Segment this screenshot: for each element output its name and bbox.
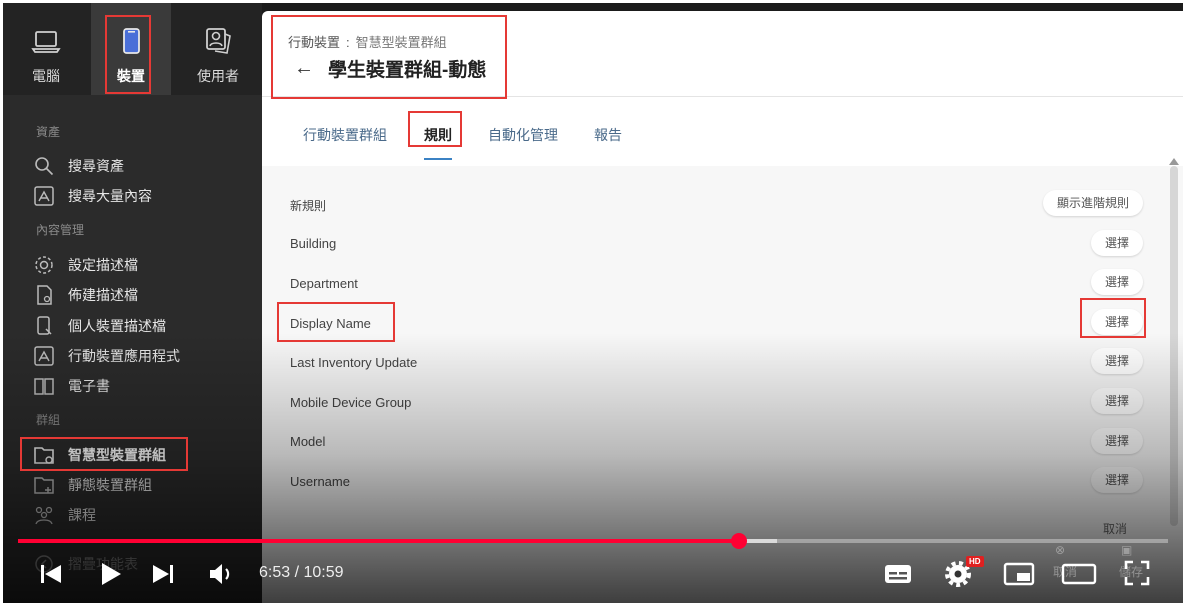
- criteria-label: Mobile Device Group: [290, 395, 412, 410]
- search-icon: [35, 157, 54, 176]
- progress-played: [18, 539, 740, 543]
- choose-button[interactable]: 選擇: [1090, 388, 1143, 414]
- book-icon: [34, 378, 54, 395]
- ghost-cancel-icon: ⊗: [1055, 543, 1066, 557]
- play-icon[interactable]: [99, 561, 123, 587]
- sidebar-item-label: 電子書: [68, 378, 110, 394]
- users-icon: [206, 28, 231, 54]
- topnav-users-label: 使用者: [197, 68, 239, 84]
- static-folder-icon: [34, 477, 54, 494]
- choose-button[interactable]: 選擇: [1090, 428, 1143, 454]
- rules-panel: 新規則 顯示進階規則 Building 選擇 Department 選擇 Dis…: [262, 158, 1183, 603]
- choose-button[interactable]: 選擇: [1090, 348, 1143, 374]
- sidebar-item-label: 個人裝置描述檔: [68, 318, 166, 334]
- sidebar-item-ebooks[interactable]: 電子書: [33, 374, 110, 398]
- criteria-label: Username: [290, 474, 350, 489]
- main-panel: 行動裝置: 智慧型裝置群組 ← 學生裝置群組-動態 行動裝置群組 規則 自動化管理…: [262, 11, 1183, 603]
- laptop-icon: [31, 31, 61, 53]
- sidebar-item-label: 搜尋資產: [68, 158, 124, 174]
- active-tab-indicator: [424, 158, 452, 160]
- criteria-label: Building: [290, 236, 337, 251]
- choose-button[interactable]: 選擇: [1090, 230, 1143, 256]
- class-icon: [35, 506, 53, 525]
- progress-scrubber[interactable]: [731, 533, 748, 549]
- tab-automation[interactable]: 自動化管理: [488, 125, 558, 145]
- sidebar-item-personal-device-profiles[interactable]: 個人裝置描述檔: [33, 314, 166, 338]
- sidebar-item-label: 靜態裝置群組: [68, 477, 152, 493]
- tab-reports[interactable]: 報告: [594, 125, 622, 145]
- volume-icon[interactable]: [208, 561, 236, 587]
- sidebar-item-label: 行動裝置應用程式: [68, 348, 180, 364]
- section-content: 內容管理: [36, 223, 85, 237]
- cancel-link[interactable]: 取消: [1103, 520, 1127, 537]
- miniplayer-icon[interactable]: [1003, 562, 1035, 586]
- topnav-computers-label: 電腦: [32, 68, 60, 84]
- hd-badge: HD: [966, 556, 984, 567]
- time-display: 6:53 / 10:59: [259, 564, 344, 581]
- sidebar-item-static-device-groups[interactable]: 靜態裝置群組: [33, 473, 152, 497]
- highlight-header: [271, 15, 507, 99]
- sidebar-item-search-volume[interactable]: 搜尋大量內容: [33, 184, 152, 208]
- previous-icon[interactable]: [39, 563, 63, 585]
- sidebar-item-config-profiles[interactable]: 設定描述檔: [33, 253, 138, 277]
- criteria-label: Model: [290, 434, 326, 449]
- choose-button[interactable]: 選擇: [1090, 269, 1143, 295]
- highlight-choose-button: [1080, 298, 1146, 338]
- sidebar-item-label: 課程: [68, 507, 96, 523]
- scroll-up-icon[interactable]: [1169, 158, 1179, 165]
- next-icon[interactable]: [151, 563, 175, 585]
- sidebar-item-label: 佈建描述檔: [68, 287, 138, 303]
- highlight-display-name: [277, 302, 395, 342]
- sidebar-item-classes[interactable]: 課程: [33, 503, 96, 527]
- section-assets: 資產: [36, 125, 61, 139]
- tab-bar: 行動裝置群組 規則 自動化管理 報告: [262, 96, 1183, 166]
- criteria-label: Last Inventory Update: [290, 355, 418, 370]
- ghost-save-icon: ▣: [1121, 543, 1133, 557]
- sidebar-item-search-assets[interactable]: 搜尋資產: [33, 154, 124, 178]
- personal-device-icon: [37, 316, 52, 335]
- sidebar-item-label: 設定描述檔: [68, 257, 138, 273]
- gear-icon: [35, 256, 53, 274]
- choose-button[interactable]: 選擇: [1090, 467, 1143, 493]
- document-icon: [37, 285, 52, 305]
- fullscreen-icon[interactable]: [1123, 559, 1151, 587]
- sidebar-item-label: 搜尋大量內容: [68, 188, 152, 204]
- scrollbar[interactable]: [1170, 166, 1178, 526]
- show-advanced-rules-button[interactable]: 顯示進階規則: [1042, 190, 1143, 216]
- theater-mode-icon[interactable]: [1061, 562, 1097, 586]
- sidebar-item-mobile-apps[interactable]: 行動裝置應用程式: [33, 344, 180, 368]
- highlight-smart-device-groups: [20, 437, 188, 471]
- highlight-devices-tab: [105, 15, 151, 94]
- highlight-rules-tab: [408, 111, 462, 147]
- tab-mobile-device-group[interactable]: 行動裝置群組: [303, 125, 387, 145]
- topnav-computers[interactable]: 電腦: [6, 3, 86, 95]
- topnav-users[interactable]: 使用者: [178, 3, 258, 95]
- sidebar-item-provisioning-profiles[interactable]: 佈建描述檔: [33, 283, 138, 307]
- criteria-label: Department: [290, 276, 358, 291]
- section-groups: 群組: [36, 413, 61, 427]
- subtitles-icon[interactable]: [883, 562, 913, 586]
- progress-bar[interactable]: [18, 533, 1168, 549]
- app-window: 電腦 裝置 使用者 資產 搜尋資產 搜尋大量內容 內容管理 設定描述檔 佈建描述…: [3, 3, 1183, 603]
- new-rule-label: 新規則: [290, 199, 327, 213]
- app-store-icon: [34, 346, 54, 366]
- app-search-icon: [34, 186, 54, 206]
